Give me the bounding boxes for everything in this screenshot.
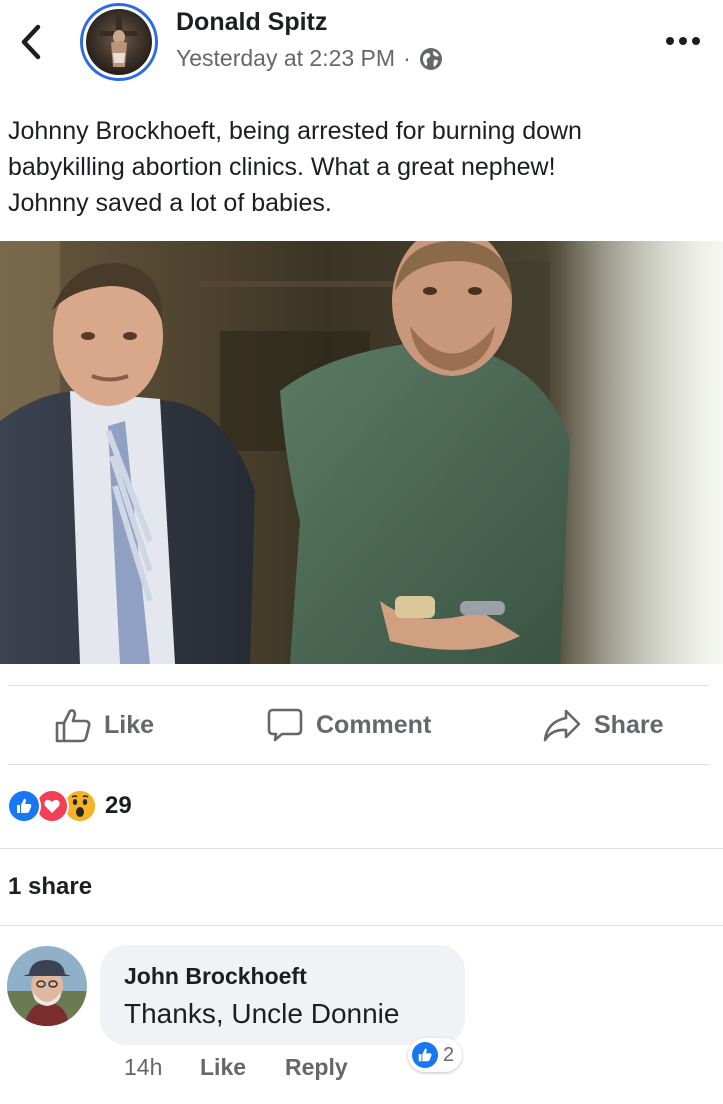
back-button[interactable] <box>14 22 48 62</box>
share-arrow-icon <box>543 709 581 742</box>
comment-time: 14h <box>124 1053 163 1080</box>
like-reaction-icon <box>7 789 41 823</box>
share-button[interactable]: Share <box>542 700 663 750</box>
post-text: Johnny Brockhoeft, being arrested for bu… <box>8 117 582 217</box>
divider <box>0 848 723 849</box>
share-label: Share <box>594 710 664 739</box>
comment-label: Comment <box>316 710 432 739</box>
comment-bubble: John Brockhoeft Thanks, Uncle Donnie <box>100 945 465 1045</box>
globe-icon <box>419 47 442 70</box>
share-count[interactable]: 1 share <box>8 873 92 901</box>
comment-reaction-badge[interactable]: 2 <box>408 1038 463 1072</box>
meta-separator: · <box>403 45 411 71</box>
divider <box>0 925 723 926</box>
chevron-left-icon <box>21 24 41 60</box>
post-header: Donald Spitz Yesterday at 2:23 PM · <box>0 0 723 100</box>
comment-reply-button[interactable]: Reply <box>285 1050 348 1084</box>
post-timestamp[interactable]: Yesterday at 2:23 PM <box>176 45 395 72</box>
divider <box>8 764 709 765</box>
more-horizontal-icon <box>666 37 700 45</box>
comment-like-button[interactable]: Like <box>200 1050 246 1084</box>
like-label: Like <box>104 710 155 739</box>
comment-button[interactable]: Comment <box>266 700 431 750</box>
commenter-avatar[interactable] <box>7 946 87 1026</box>
author-avatar-image <box>86 9 152 75</box>
more-options-button[interactable] <box>663 28 703 54</box>
comment-like-count: 2 <box>443 1043 455 1066</box>
commenter-name[interactable]: John Brockhoeft <box>124 963 307 990</box>
reaction-count: 29 <box>105 792 132 819</box>
post-meta: Yesterday at 2:23 PM · <box>176 45 443 72</box>
post-photo[interactable] <box>0 226 723 664</box>
thumbs-up-icon <box>55 709 91 743</box>
author-name[interactable]: Donald Spitz <box>176 8 327 37</box>
reactions-summary[interactable]: 29 <box>7 788 132 824</box>
comment-icon <box>267 708 303 742</box>
author-avatar[interactable] <box>80 3 158 81</box>
divider <box>8 685 709 686</box>
like-reaction-icon <box>412 1042 438 1068</box>
like-button[interactable]: Like <box>54 700 154 750</box>
comment-text: Thanks, Uncle Donnie <box>124 998 400 1029</box>
